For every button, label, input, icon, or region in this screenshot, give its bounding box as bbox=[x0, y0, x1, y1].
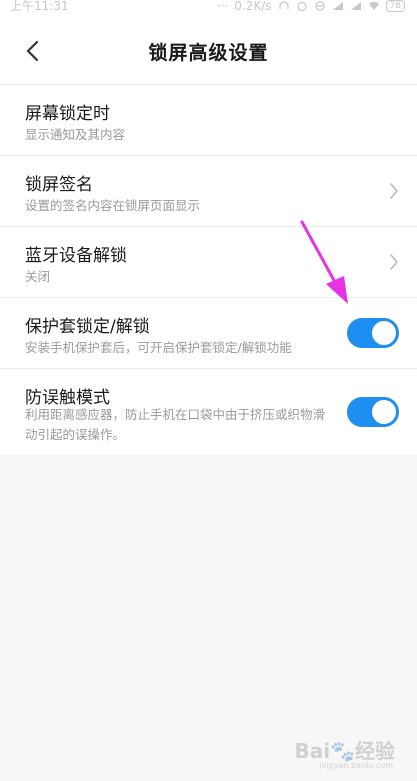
setting-screen-lock[interactable]: 屏幕锁定时 显示通知及其内容 bbox=[0, 85, 417, 156]
page-title: 锁屏高级设置 bbox=[148, 42, 269, 64]
cover-lock-toggle[interactable] bbox=[347, 318, 399, 348]
battery-icon: 78 bbox=[385, 0, 405, 12]
watermark-logo: Bai🐾经验 jingyan.baidu.com bbox=[287, 733, 397, 773]
annotation-arrow-icon bbox=[300, 220, 348, 304]
title-bar: 锁屏高级设置 bbox=[0, 18, 417, 85]
screen: 上午11:31 ··· 0.2K/s 78 锁屏高级设置 屏幕锁定时 显示通知及… bbox=[0, 0, 417, 781]
setting-subtitle: 关闭 bbox=[25, 269, 51, 284]
chevron-right-icon bbox=[390, 183, 398, 199]
setting-subtitle: 利用距离感应器，防止手机在口袋中由于挤压或织物滑动引起的误操作。 bbox=[25, 407, 326, 442]
signal-icon-2 bbox=[350, 2, 361, 10]
setting-title: 蓝牙设备解锁 bbox=[25, 246, 127, 266]
toggle-knob bbox=[372, 321, 396, 345]
wifi-icon bbox=[368, 1, 379, 11]
anti-mistouch-toggle[interactable] bbox=[347, 397, 399, 427]
alarm-icon bbox=[296, 1, 307, 11]
watermark-brand: Bai🐾经验 bbox=[294, 739, 395, 763]
network-speed: 0.2K/s bbox=[234, 0, 272, 13]
setting-title: 保护套锁定/解锁 bbox=[25, 317, 150, 337]
headset-icon bbox=[278, 1, 289, 9]
setting-subtitle: 设置的签名内容在锁屏页面显示 bbox=[25, 198, 201, 213]
watermark-site: jingyan.baidu.com bbox=[319, 761, 393, 770]
setting-subtitle: 显示通知及其内容 bbox=[25, 127, 126, 142]
status-icons: ··· 0.2K/s 78 bbox=[217, 0, 405, 15]
chevron-right-icon bbox=[390, 254, 398, 270]
signal-icon bbox=[332, 2, 343, 10]
status-bar: 上午11:31 ··· 0.2K/s 78 bbox=[0, 0, 417, 18]
dots-icon: ··· bbox=[216, 0, 229, 13]
toggle-knob bbox=[372, 400, 396, 424]
status-time: 上午11:31 bbox=[10, 0, 69, 13]
setting-anti-mistouch: 防误触模式 利用距离感应器，防止手机在口袋中由于挤压或织物滑动引起的误操作。 bbox=[0, 369, 417, 455]
setting-title: 锁屏签名 bbox=[25, 175, 93, 195]
setting-subtitle: 安装手机保护套后，可开启保护套锁定/解锁功能 bbox=[25, 340, 292, 355]
no-disturb-icon bbox=[314, 1, 325, 11]
setting-title: 屏幕锁定时 bbox=[25, 104, 110, 124]
setting-lock-signature[interactable]: 锁屏签名 设置的签名内容在锁屏页面显示 bbox=[0, 156, 417, 227]
